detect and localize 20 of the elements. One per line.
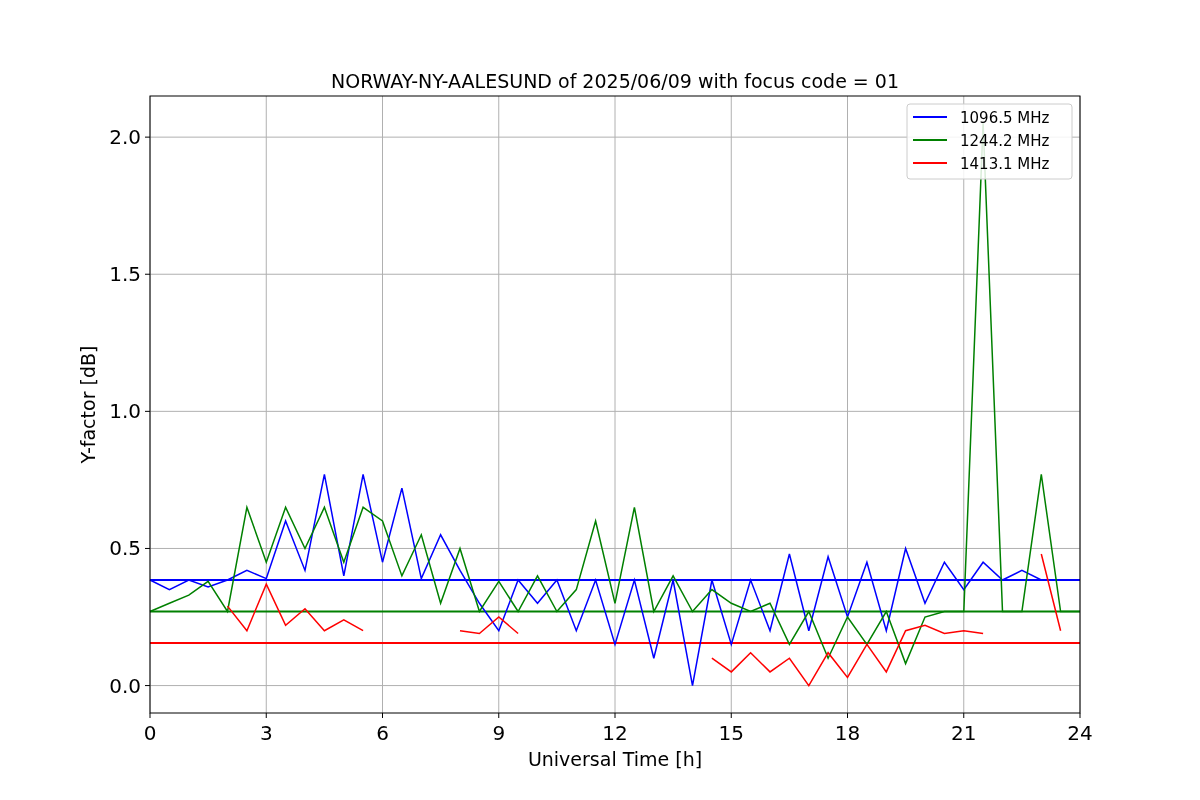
y-tick-label: 0.5 xyxy=(109,536,141,561)
y-tick-label: 1.0 xyxy=(109,399,141,424)
x-tick-label: 6 xyxy=(376,721,389,745)
y-tick-label: 0.0 xyxy=(109,673,141,698)
y-tick-label: 1.5 xyxy=(109,262,141,287)
x-tick-label: 15 xyxy=(718,721,744,745)
x-axis-label: Universal Time [h] xyxy=(527,748,703,770)
x-tick-label: 9 xyxy=(492,721,506,745)
legend-label: 1096.5 MHz xyxy=(960,109,1050,127)
legend-label: 1413.1 MHz xyxy=(960,155,1050,173)
x-tick-label: 18 xyxy=(834,721,861,745)
x-tick-label: 12 xyxy=(602,721,628,745)
chart-title: NORWAY-NY-AALESUND of 2025/06/09 with focus code = 01 xyxy=(331,70,899,92)
x-tick-label: 3 xyxy=(259,721,273,745)
y-axis-label: Y-factor [dB] xyxy=(77,345,99,464)
x-tick-label: 24 xyxy=(1067,721,1093,745)
x-tick-label: 0 xyxy=(143,721,157,745)
x-tick-label: 21 xyxy=(951,721,977,745)
legend-label: 1244.2 MHz xyxy=(960,132,1050,150)
y-tick-label: 2.0 xyxy=(109,125,141,150)
